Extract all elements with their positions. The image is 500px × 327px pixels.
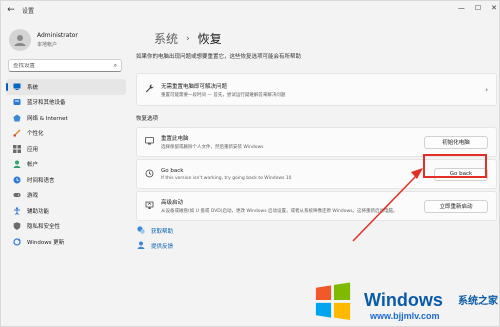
- watermark: Windows 系统之家 www.bjjmlv.com: [310, 278, 500, 327]
- watermark-url: www.bjjmlv.com: [370, 311, 440, 321]
- windows-logo-icon: [315, 282, 351, 320]
- watermark-brand: Windows: [364, 290, 443, 310]
- watermark-cn: 系统之家: [458, 296, 498, 307]
